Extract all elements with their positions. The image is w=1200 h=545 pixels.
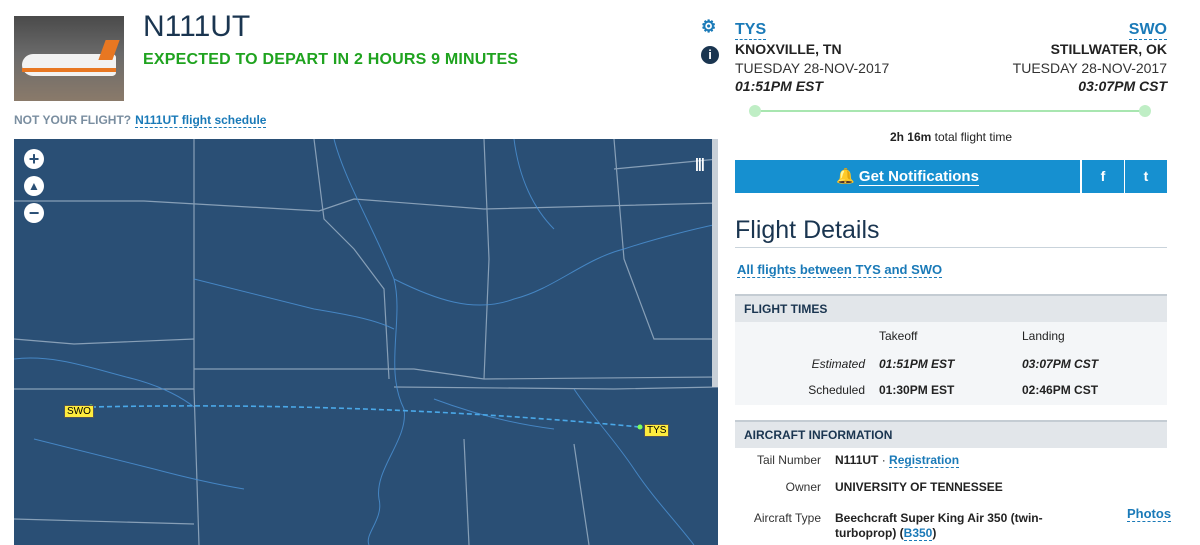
- total-duration: 2h 16m: [889, 130, 932, 144]
- origin-marker: [637, 424, 643, 430]
- facebook-share-button[interactable]: f: [1082, 160, 1124, 193]
- zoom-out-button[interactable]: −: [24, 203, 44, 223]
- bell-icon: 🔔: [836, 168, 855, 185]
- destination-date: TUESDAY 28-NOV-2017: [1012, 60, 1167, 76]
- destination-time: 03:07PM CST: [1078, 78, 1167, 94]
- origin-city: KNOXVILLE, TN: [735, 41, 842, 57]
- estimated-takeoff: 01:51PM EST: [879, 357, 955, 371]
- owner-label: Owner: [785, 480, 821, 494]
- aircraft-photo-tail: [98, 40, 120, 60]
- tail-separator: ·: [878, 453, 890, 467]
- state-border: [14, 198, 718, 212]
- gear-icon[interactable]: ⚙: [701, 17, 716, 37]
- compass-icon[interactable]: ▲: [24, 176, 44, 196]
- origin-code-link[interactable]: TYS: [735, 21, 767, 40]
- tail-number-row: N111UT · Registration: [835, 453, 960, 468]
- zoom-in-button[interactable]: +: [24, 149, 44, 169]
- state-border: [14, 338, 195, 345]
- river: [33, 438, 245, 490]
- river: [433, 398, 555, 430]
- owner-value: UNIVERSITY OF TENNESSEE: [835, 480, 1003, 494]
- tail-number-label: Tail Number: [756, 453, 821, 467]
- photos-link[interactable]: Photos: [1127, 506, 1172, 522]
- aircraft-type-line1: Beechcraft Super King Air 350 (twin-: [835, 511, 1043, 525]
- all-flights-link[interactable]: All flights between TYS and SWO: [737, 262, 943, 278]
- state-border: [573, 443, 590, 545]
- not-your-flight-label: NOT YOUR FLIGHT?: [14, 113, 132, 127]
- not-your-flight: NOT YOUR FLIGHT? N111UT flight schedule: [14, 113, 267, 128]
- page-title: N111UT: [143, 10, 251, 43]
- flight-schedule-link[interactable]: N111UT flight schedule: [135, 113, 267, 128]
- progress-destination-dot: [1139, 105, 1151, 117]
- flight-times-header: FLIGHT TIMES: [735, 294, 1167, 322]
- river: [393, 223, 718, 306]
- col-takeoff: Takeoff: [879, 329, 918, 343]
- map-canvas: [14, 139, 718, 545]
- total-flight-time: 2h 16m total flight time: [735, 130, 1167, 144]
- state-border: [463, 438, 470, 545]
- flight-route: [90, 405, 641, 428]
- aircraft-photo[interactable]: [14, 16, 124, 101]
- origin-date: TUESDAY 28-NOV-2017: [735, 60, 890, 76]
- divider: [735, 247, 1167, 248]
- flight-status: EXPECTED TO DEPART IN 2 HOURS 9 MINUTES: [143, 51, 519, 68]
- destination-city: STILLWATER, OK: [1050, 41, 1167, 57]
- origin-map-label: TYS: [644, 424, 670, 437]
- registration-link[interactable]: Registration: [889, 453, 960, 468]
- destination-code-link[interactable]: SWO: [1128, 21, 1167, 40]
- state-border: [193, 388, 200, 545]
- aircraft-info-header: AIRCRAFT INFORMATION: [735, 420, 1167, 448]
- flight-details-title: Flight Details: [735, 216, 880, 244]
- scheduled-landing: 02:46PM CST: [1022, 383, 1099, 397]
- origin-time: 01:51PM EST: [735, 78, 823, 94]
- aircraft-type-code-link[interactable]: B350: [903, 526, 933, 541]
- river: [14, 357, 195, 408]
- river: [193, 278, 395, 330]
- flight-map[interactable]: + ▲ − ||| SWO TYS: [14, 139, 718, 545]
- river: [513, 139, 555, 230]
- info-icon[interactable]: i: [701, 46, 719, 64]
- state-border: [313, 139, 390, 380]
- get-notifications-button[interactable]: 🔔 Get Notifications: [735, 160, 1080, 193]
- state-border: [14, 139, 195, 390]
- map-scrollbar[interactable]: [712, 139, 718, 387]
- aircraft-type-label: Aircraft Type: [753, 511, 821, 525]
- state-border: [393, 386, 718, 390]
- twitter-share-button[interactable]: t: [1125, 160, 1167, 193]
- aircraft-type-line2: turboprop) (: [835, 526, 904, 540]
- row-label-scheduled: Scheduled: [808, 383, 865, 397]
- col-landing: Landing: [1022, 329, 1065, 343]
- state-border: [14, 518, 195, 525]
- aircraft-photo-stripe: [22, 68, 116, 72]
- aircraft-type-value: Beechcraft Super King Air 350 (twin- tur…: [835, 511, 1065, 541]
- destination-map-label: SWO: [64, 405, 94, 418]
- scheduled-takeoff: 01:30PM EST: [879, 383, 955, 397]
- tail-number-value: N111UT: [835, 453, 879, 467]
- row-label-estimated: Estimated: [811, 357, 865, 371]
- state-border: [483, 139, 490, 380]
- flight-progress-bar: [755, 110, 1145, 112]
- river: [573, 388, 695, 545]
- progress-origin-dot: [749, 105, 761, 117]
- total-suffix: total flight time: [934, 130, 1013, 144]
- aircraft-type-close: ): [932, 526, 937, 540]
- get-notifications-label: Get Notifications: [858, 168, 979, 186]
- map-layers-icon[interactable]: |||: [695, 155, 705, 171]
- estimated-landing: 03:07PM CST: [1022, 357, 1099, 371]
- state-border: [194, 368, 718, 380]
